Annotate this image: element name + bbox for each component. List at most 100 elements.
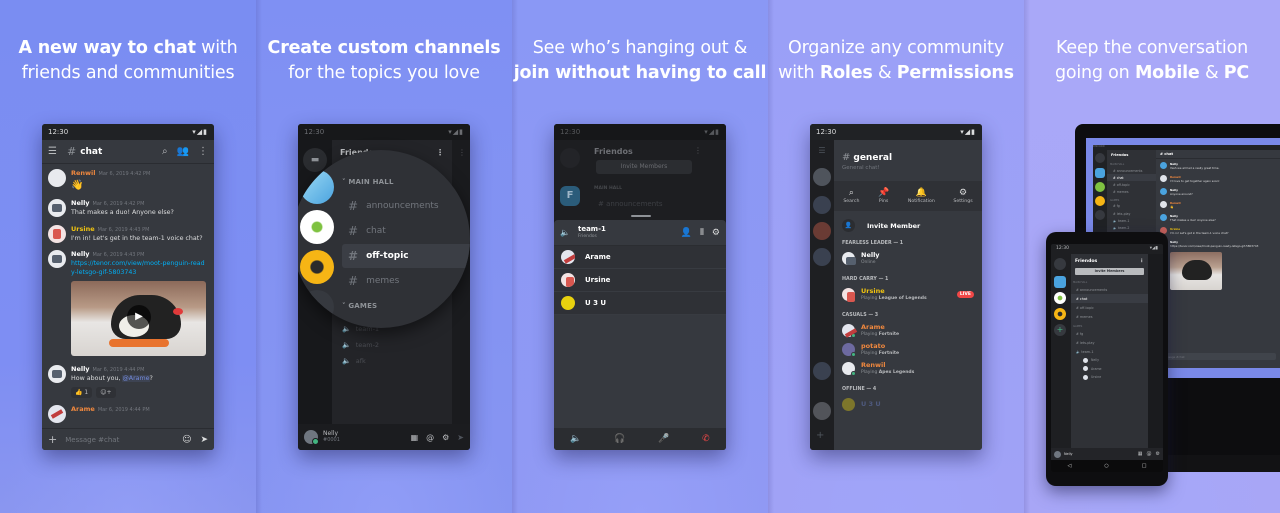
avatar[interactable] xyxy=(48,199,66,217)
hamburger-menu-icon[interactable]: ☰ xyxy=(48,146,57,157)
more-options-icon[interactable]: ⋮ xyxy=(1139,259,1144,264)
category-header[interactable]: ˅ MAIN HALL xyxy=(342,178,394,186)
channel-item-selected[interactable]: # off-topic xyxy=(342,244,470,268)
channel-item[interactable]: # off-topic xyxy=(1107,181,1156,188)
more-options-icon[interactable]: ⋮ xyxy=(694,146,702,155)
drag-handle[interactable] xyxy=(631,215,651,217)
server-name[interactable]: Friendos xyxy=(594,147,633,156)
server-icon[interactable] xyxy=(813,402,831,420)
voice-channel-item[interactable]: 🔈 team-2 xyxy=(332,337,452,353)
server-name[interactable]: Friendos xyxy=(1075,259,1097,264)
member-item[interactable]: Nelly Online xyxy=(834,249,982,268)
search-icon[interactable]: ⌕ xyxy=(162,146,168,157)
avatar[interactable] xyxy=(1054,450,1061,458)
server-icon[interactable] xyxy=(1095,168,1105,178)
channel-item[interactable]: # fg xyxy=(1107,203,1156,210)
voice-channel-item[interactable]: 🔈 team-1 xyxy=(1107,217,1156,224)
member-item[interactable]: Ursine Playing League of Legends LIVE xyxy=(834,285,982,304)
server-icon[interactable] xyxy=(1095,196,1105,206)
server-icon[interactable] xyxy=(813,222,831,240)
message-author[interactable]: Nelly xyxy=(71,250,90,258)
voice-user[interactable]: Arame xyxy=(1071,365,1148,374)
settings-button[interactable]: ⚙ Settings xyxy=(953,188,972,204)
user-mention[interactable]: @Arame xyxy=(122,375,150,382)
member-item[interactable]: potato Playing Fortnite xyxy=(834,340,982,359)
direct-messages-icon[interactable] xyxy=(560,148,580,168)
message-input[interactable]: Message #chat xyxy=(65,436,173,444)
channel-item[interactable]: # announcements xyxy=(342,194,470,218)
channel-item[interactable]: # memes xyxy=(1071,312,1148,321)
server-icon[interactable] xyxy=(1095,182,1105,192)
headphones-icon[interactable]: 🎧 xyxy=(614,434,625,444)
message-author[interactable]: Arame xyxy=(71,405,95,413)
server-icon[interactable] xyxy=(300,170,334,204)
channel-item[interactable]: # announcements xyxy=(1071,285,1148,294)
avatar[interactable] xyxy=(48,250,66,268)
channel-item[interactable]: # lets-play xyxy=(1071,338,1148,347)
settings-gear-icon[interactable]: ⚙ xyxy=(442,433,449,442)
server-icon-sims[interactable] xyxy=(300,210,334,244)
voice-member[interactable]: Ursine xyxy=(554,269,726,292)
avatar[interactable] xyxy=(304,430,319,445)
add-reaction-icon[interactable]: ☺+ xyxy=(96,386,116,398)
home-icon[interactable] xyxy=(1095,153,1105,163)
add-server-icon[interactable]: + xyxy=(816,430,824,441)
channel-item[interactable]: # lets-play xyxy=(1107,210,1156,217)
voice-user[interactable]: Nelly xyxy=(1071,356,1148,365)
server-icon[interactable] xyxy=(813,196,831,214)
server-icon[interactable] xyxy=(1054,308,1066,320)
avatar[interactable] xyxy=(48,365,66,383)
settings-gear-icon[interactable]: ⚙ xyxy=(712,228,720,238)
server-icon[interactable] xyxy=(1054,292,1066,304)
message-author[interactable]: Nelly xyxy=(71,365,90,373)
avatar[interactable] xyxy=(48,169,66,187)
hamburger-menu-icon[interactable]: ☰ xyxy=(810,146,834,155)
more-options-icon[interactable]: ⋮ xyxy=(198,146,208,157)
gif-embed[interactable] xyxy=(1170,252,1222,290)
pins-button[interactable]: 📌 Pins xyxy=(878,188,889,204)
channel-item[interactable]: # announcements xyxy=(598,200,663,208)
server-icon[interactable] xyxy=(300,250,334,284)
voice-channel-item[interactable]: 🔈 team-1 xyxy=(1071,347,1148,356)
microphone-icon[interactable]: 🎤 xyxy=(658,434,669,444)
server-icon[interactable] xyxy=(813,168,831,186)
channel-item-selected[interactable]: # chat xyxy=(1107,174,1156,182)
category-header[interactable]: ˅ GAMES xyxy=(342,302,377,310)
back-icon[interactable]: ◁ xyxy=(1068,463,1072,469)
invite-user-icon[interactable]: 👤 xyxy=(681,228,692,238)
add-server-icon[interactable]: + xyxy=(1054,324,1066,336)
add-server-icon[interactable]: + xyxy=(300,290,334,324)
direct-messages-icon[interactable] xyxy=(1054,258,1066,270)
search-channels-icon[interactable]: ▦ xyxy=(411,433,419,442)
channel-item-selected[interactable]: # chat xyxy=(1071,294,1148,303)
recents-icon[interactable]: □ xyxy=(1142,463,1147,469)
server-icon[interactable]: F xyxy=(560,186,580,206)
audio-bars-icon[interactable]: ⦀ xyxy=(700,228,704,238)
member-item[interactable]: U 3 U xyxy=(834,395,982,414)
voice-user[interactable]: Ursine xyxy=(1071,373,1148,382)
message-author[interactable]: Ursine xyxy=(71,225,95,233)
voice-channel-item[interactable]: 🔈 team-2 xyxy=(1107,224,1156,231)
mentions-icon[interactable]: @ xyxy=(426,433,434,442)
live-badge[interactable]: LIVE xyxy=(956,291,974,298)
member-item[interactable]: Arame Playing Fortnite xyxy=(834,321,982,340)
settings-gear-icon[interactable]: ⚙ xyxy=(1156,451,1160,457)
add-attachment-icon[interactable]: + xyxy=(48,433,57,446)
speaker-toggle-icon[interactable]: 🔈 xyxy=(570,434,581,444)
voice-channel-item[interactable]: 🔈 afk xyxy=(332,353,452,369)
mentions-icon[interactable]: @ xyxy=(1147,451,1152,457)
channel-item[interactable]: # announcements xyxy=(1107,167,1156,174)
server-icon[interactable] xyxy=(813,362,831,380)
member-item[interactable]: Renwil Playing Apex Legends xyxy=(834,359,982,378)
emoji-icon[interactable]: ☺ xyxy=(182,435,191,445)
more-options-icon[interactable]: ⋮ xyxy=(452,140,470,165)
server-icon[interactable] xyxy=(813,248,831,266)
voice-member[interactable]: U 3 U xyxy=(554,292,726,315)
home-icon[interactable]: ○ xyxy=(1104,463,1108,469)
server-icon[interactable] xyxy=(1054,276,1066,288)
message-author[interactable]: Renwil xyxy=(71,169,96,177)
message-input[interactable]: Message #chat xyxy=(1160,353,1276,360)
server-name[interactable]: Friendos xyxy=(1107,150,1156,160)
search-button[interactable]: ⌕ Search xyxy=(843,188,859,204)
add-server-icon[interactable] xyxy=(1095,210,1105,220)
